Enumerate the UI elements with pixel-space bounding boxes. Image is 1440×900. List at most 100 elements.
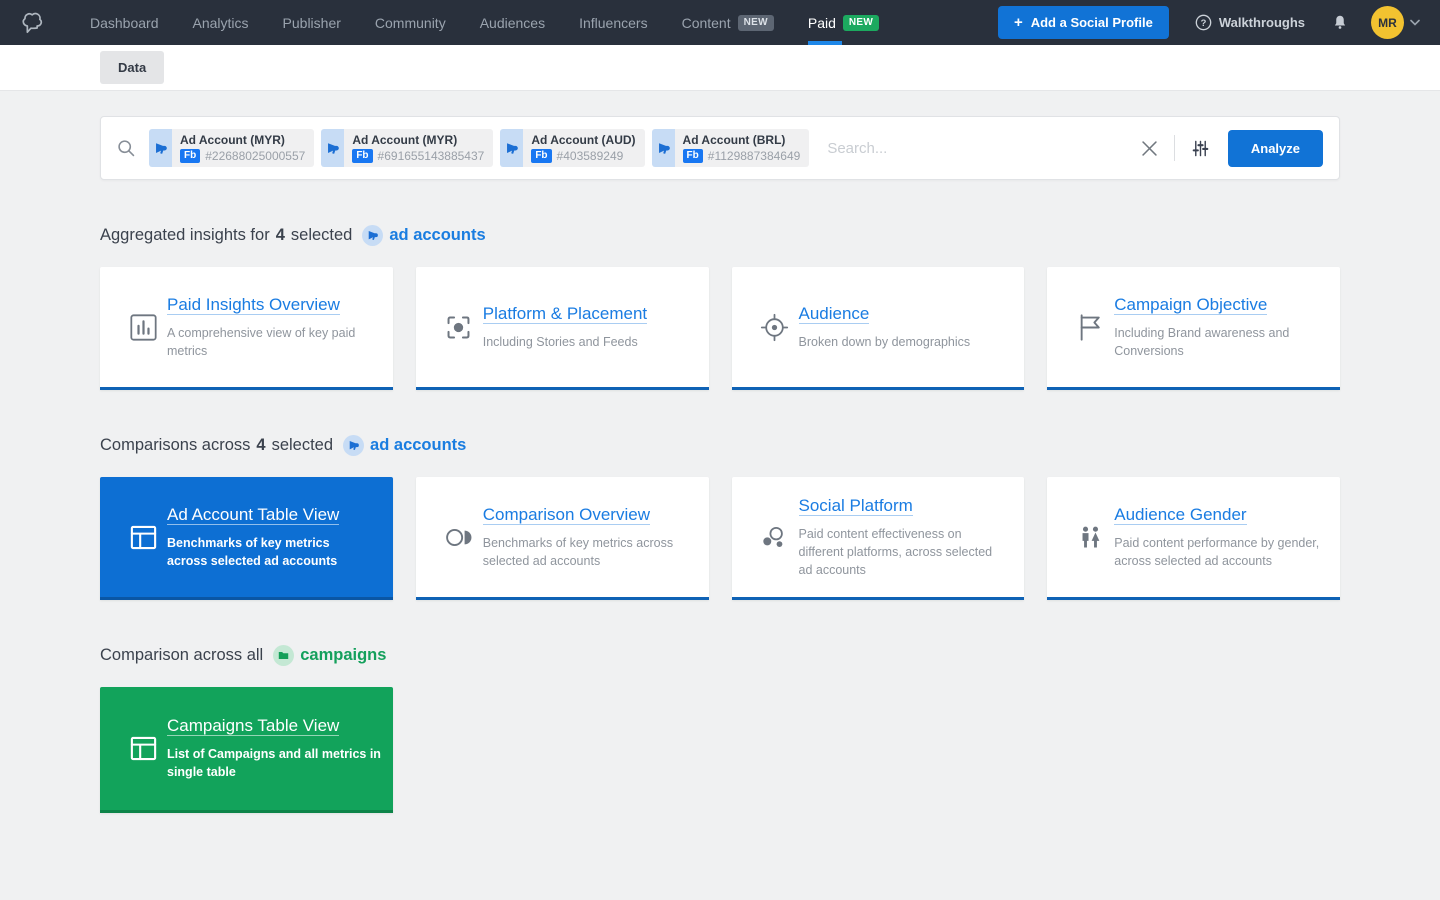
plus-icon: + (1014, 15, 1023, 30)
active-tab-underline (808, 41, 842, 45)
card-title-link[interactable]: Paid Insights Overview (167, 295, 340, 315)
search-input[interactable] (827, 140, 1138, 157)
chip-title: Ad Account (MYR) (180, 133, 305, 148)
ad-account-chip[interactable]: Ad Account (BRL) Fb #1129887384649 (652, 129, 810, 167)
ad-account-chip[interactable]: Ad Account (AUD) Fb #403589249 (500, 129, 644, 167)
chip-title: Ad Account (MYR) (352, 133, 484, 148)
selected-count: 4 (256, 436, 265, 455)
ad-account-chip[interactable]: Ad Account (MYR) Fb #22688025000557 (149, 129, 314, 167)
campaigns-badge (273, 645, 294, 666)
selected-count: 4 (276, 226, 285, 245)
card-description: Including Stories and Feeds (483, 333, 647, 351)
card-campaign-objective[interactable]: Campaign Objective Including Brand aware… (1047, 267, 1340, 390)
card-audience[interactable]: Audience Broken down by demographics (732, 267, 1025, 390)
card-title-link[interactable]: Audience Gender (1114, 505, 1246, 525)
card-title-link[interactable]: Social Platform (799, 496, 913, 516)
card-ad-account-table-view[interactable]: Ad Account Table View Benchmarks of key … (100, 477, 393, 600)
target-icon (759, 312, 790, 343)
megaphone-icon (657, 142, 670, 155)
chip-title: Ad Account (BRL) (683, 133, 801, 148)
ad-account-chip[interactable]: Ad Account (MYR) Fb #691655143885437 (321, 129, 493, 167)
card-description: Benchmarks of key metrics across selecte… (483, 534, 688, 570)
ad-accounts-link[interactable]: ad accounts (389, 226, 485, 245)
table-icon (128, 522, 159, 553)
comparison-cards: Ad Account Table View Benchmarks of key … (100, 477, 1340, 600)
chevron-down-icon (1410, 19, 1420, 26)
chip-account-id: #691655143885437 (378, 149, 485, 163)
question-circle-icon: ? (1195, 14, 1212, 31)
nav-item-paid[interactable]: Paid NEW (791, 0, 896, 45)
top-navigation: Dashboard Analytics Publisher Community … (0, 0, 1440, 45)
nav-item-dashboard[interactable]: Dashboard (73, 0, 176, 45)
ad-accounts-link[interactable]: ad accounts (370, 436, 466, 455)
paid-new-badge: NEW (843, 15, 879, 31)
section-heading-campaigns: Comparison across all campaigns (100, 645, 1340, 666)
card-title-link[interactable]: Campaigns Table View (167, 716, 339, 736)
megaphone-icon (326, 142, 339, 155)
content-new-badge: NEW (738, 15, 774, 31)
nav-item-audiences[interactable]: Audiences (463, 0, 562, 45)
chip-account-id: #1129887384649 (708, 149, 801, 163)
card-campaigns-table-view[interactable]: Campaigns Table View List of Campaigns a… (100, 687, 393, 813)
divider (1174, 135, 1175, 161)
aggregated-insights-cards: Paid Insights Overview A comprehensive v… (100, 267, 1340, 390)
megaphone-icon (348, 440, 359, 451)
placement-icon (443, 312, 474, 343)
filter-sliders-icon[interactable] (1188, 136, 1213, 161)
megaphone-icon (367, 230, 378, 241)
card-title-link[interactable]: Ad Account Table View (167, 505, 339, 525)
card-social-platform[interactable]: Social Platform Paid content effectivene… (732, 477, 1025, 600)
campaigns-link[interactable]: campaigns (300, 646, 386, 665)
chip-title: Ad Account (AUD) (531, 133, 635, 148)
analyze-button[interactable]: Analyze (1228, 130, 1323, 167)
chip-account-id: #403589249 (557, 149, 624, 163)
app-logo-icon[interactable] (18, 9, 45, 36)
card-paid-insights-overview[interactable]: Paid Insights Overview A comprehensive v… (100, 267, 393, 390)
nav-item-community[interactable]: Community (358, 0, 463, 45)
section-heading-aggregated: Aggregated insights for 4 selected ad ac… (100, 225, 1340, 246)
clear-search-icon[interactable] (1138, 137, 1161, 160)
secondary-bar: Data (0, 45, 1440, 91)
card-description: A comprehensive view of key paid metrics (167, 324, 372, 360)
search-bar: Ad Account (MYR) Fb #22688025000557 Ad A… (100, 116, 1340, 180)
card-title-link[interactable]: Campaign Objective (1114, 295, 1267, 315)
add-social-profile-button[interactable]: + Add a Social Profile (998, 6, 1169, 39)
facebook-badge: Fb (180, 149, 200, 163)
folder-icon (278, 650, 289, 661)
ad-accounts-badge (362, 225, 383, 246)
notifications-bell-icon[interactable] (1331, 13, 1349, 32)
avatar: MR (1371, 6, 1404, 39)
people-icon (1075, 522, 1106, 553)
walkthroughs-button[interactable]: ? Walkthroughs (1195, 14, 1305, 31)
card-audience-gender[interactable]: Audience Gender Paid content performance… (1047, 477, 1340, 600)
selected-account-chips: Ad Account (MYR) Fb #22688025000557 Ad A… (149, 129, 809, 167)
bubbles-icon (759, 522, 790, 553)
megaphone-icon (154, 142, 167, 155)
card-description: List of Campaigns and all metrics in sin… (167, 745, 389, 781)
nav-item-publisher[interactable]: Publisher (266, 0, 358, 45)
card-description: Paid content effectiveness on different … (799, 525, 1004, 579)
card-title-link[interactable]: Comparison Overview (483, 505, 650, 525)
campaigns-cards: Campaigns Table View List of Campaigns a… (100, 687, 1340, 813)
contrast-icon (443, 522, 474, 553)
tab-data[interactable]: Data (100, 51, 164, 84)
nav-item-content[interactable]: Content NEW (665, 0, 791, 45)
table-icon (128, 733, 159, 764)
nav-right-actions: + Add a Social Profile ? Walkthroughs MR (998, 6, 1420, 39)
card-title-link[interactable]: Platform & Placement (483, 304, 647, 324)
nav-item-influencers[interactable]: Influencers (562, 0, 664, 45)
nav-item-analytics[interactable]: Analytics (176, 0, 266, 45)
user-menu[interactable]: MR (1371, 6, 1420, 39)
card-platform-placement[interactable]: Platform & Placement Including Stories a… (416, 267, 709, 390)
card-title-link[interactable]: Audience (799, 304, 870, 324)
facebook-badge: Fb (352, 149, 372, 163)
card-comparison-overview[interactable]: Comparison Overview Benchmarks of key me… (416, 477, 709, 600)
main-content: Ad Account (MYR) Fb #22688025000557 Ad A… (0, 91, 1440, 813)
facebook-badge: Fb (683, 149, 703, 163)
primary-nav: Dashboard Analytics Publisher Community … (73, 0, 896, 45)
bar-chart-icon (128, 312, 159, 343)
card-description: Broken down by demographics (799, 333, 971, 351)
ad-accounts-badge (343, 435, 364, 456)
chip-account-id: #22688025000557 (205, 149, 305, 163)
svg-text:?: ? (1200, 18, 1206, 29)
